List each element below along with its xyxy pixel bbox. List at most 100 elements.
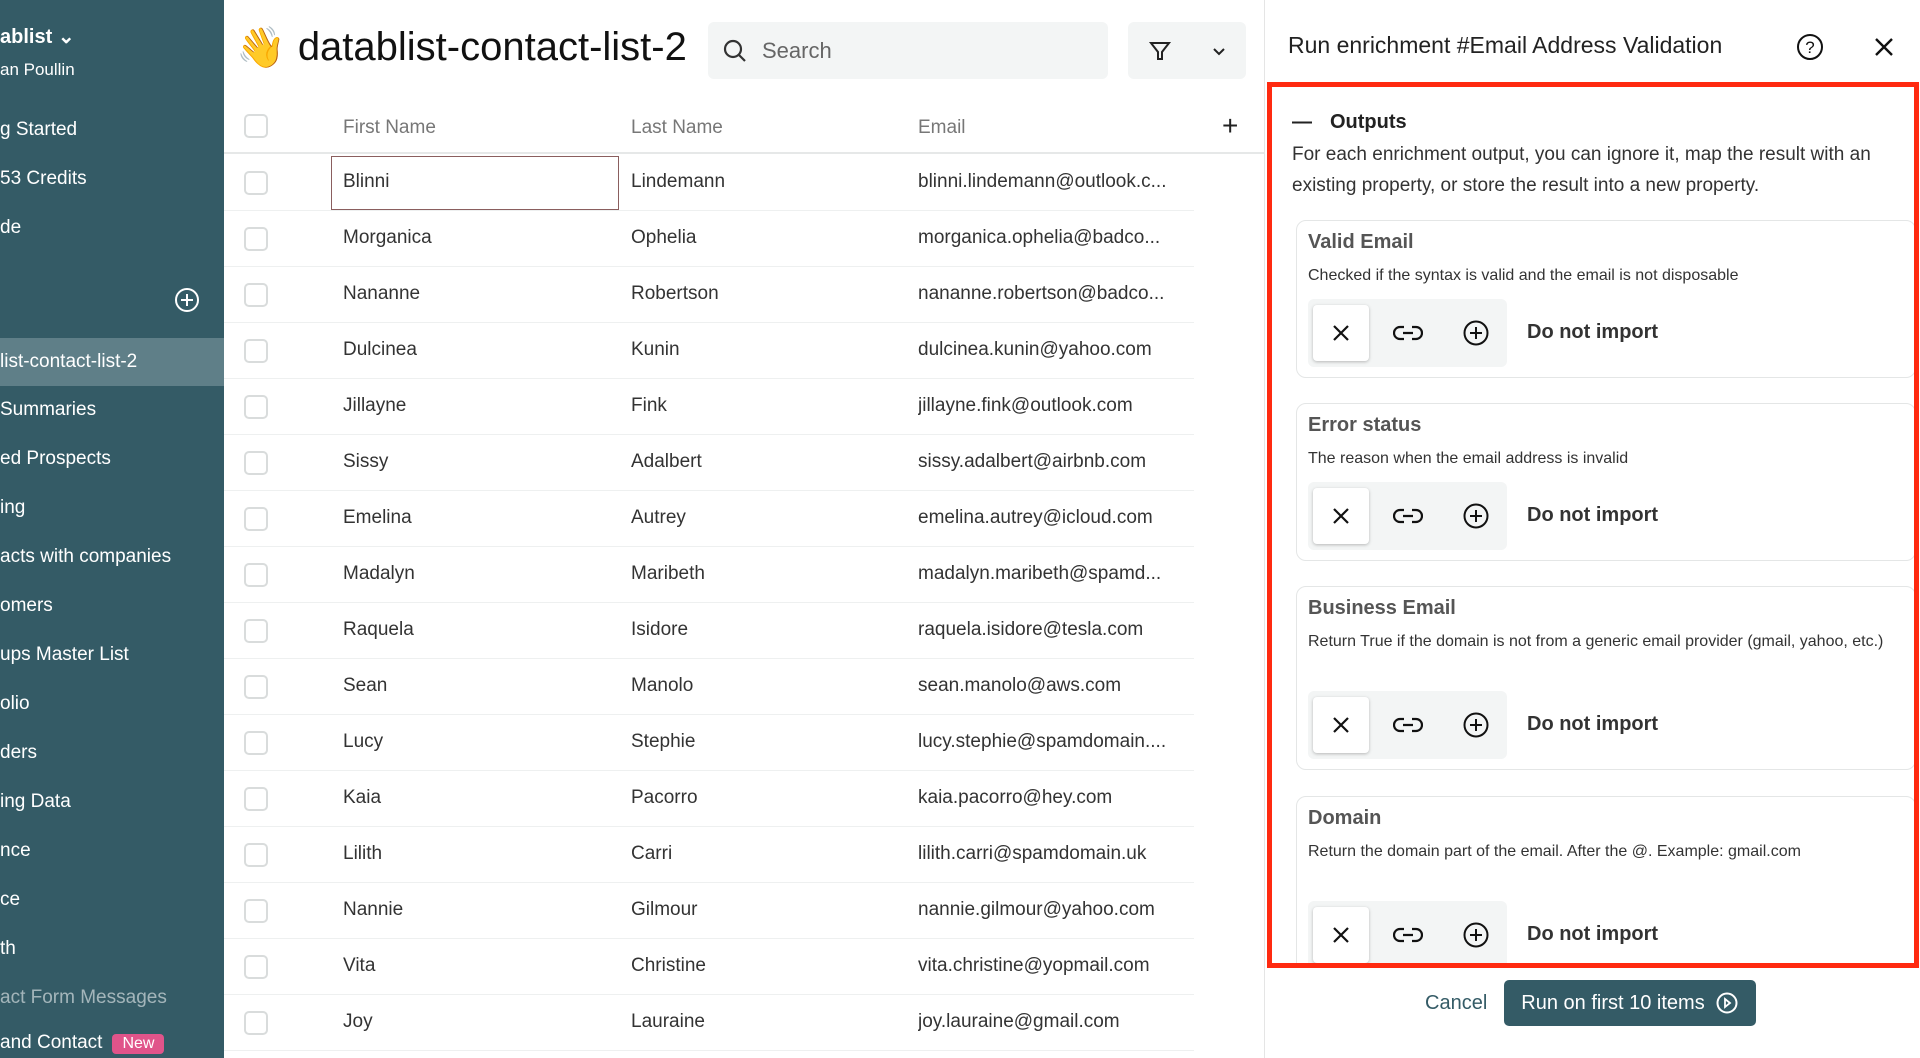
cell-email[interactable]: kaia.pacorro@hey.com xyxy=(918,787,1188,809)
cell-last-name[interactable]: Stephie xyxy=(631,731,901,753)
table-row[interactable]: Raquela Isidore raquela.isidore@tesla.com xyxy=(224,603,1194,659)
cell-first-name[interactable]: Raquela xyxy=(343,619,613,641)
map-existing-button[interactable] xyxy=(1380,697,1436,753)
row-checkbox[interactable] xyxy=(244,675,268,699)
cell-last-name[interactable]: Lauraine xyxy=(631,1011,901,1033)
map-existing-button[interactable] xyxy=(1380,488,1436,544)
row-checkbox[interactable] xyxy=(244,619,268,643)
cell-first-name[interactable]: Morganica xyxy=(343,227,613,249)
close-icon[interactable] xyxy=(1873,36,1895,58)
table-row[interactable]: Dulcinea Kunin dulcinea.kunin@yahoo.com xyxy=(224,323,1194,379)
cell-last-name[interactable]: Pacorro xyxy=(631,787,901,809)
cell-first-name[interactable]: Jillayne xyxy=(343,395,613,417)
row-checkbox[interactable] xyxy=(244,955,268,979)
sidebar-item-list[interactable]: olio xyxy=(0,693,30,715)
row-checkbox[interactable] xyxy=(244,787,268,811)
row-checkbox[interactable] xyxy=(244,171,268,195)
cell-first-name[interactable]: Nananne xyxy=(343,283,613,305)
cell-email[interactable]: raquela.isidore@tesla.com xyxy=(918,619,1188,641)
cell-email[interactable]: emelina.autrey@icloud.com xyxy=(918,507,1188,529)
row-checkbox[interactable] xyxy=(244,451,268,475)
cell-last-name[interactable]: Gilmour xyxy=(631,899,901,921)
table-row[interactable]: Emelina Autrey emelina.autrey@icloud.com xyxy=(224,491,1194,547)
sidebar-item-list[interactable]: omers xyxy=(0,595,53,617)
cell-email[interactable]: blinni.lindemann@outlook.c... xyxy=(918,171,1188,193)
cell-last-name[interactable]: Lindemann xyxy=(631,171,901,193)
cell-first-name[interactable]: Dulcinea xyxy=(343,339,613,361)
add-column-icon[interactable]: + xyxy=(1222,110,1238,142)
cell-first-name[interactable]: Sean xyxy=(343,675,613,697)
cell-last-name[interactable]: Kunin xyxy=(631,339,901,361)
map-existing-button[interactable] xyxy=(1380,305,1436,361)
table-row[interactable]: Lucy Stephie lucy.stephie@spamdomain.... xyxy=(224,715,1194,771)
cell-first-name[interactable]: Nannie xyxy=(343,899,613,921)
table-row[interactable]: Blinni Lindemann blinni.lindemann@outlook.… xyxy=(224,155,1194,211)
cell-last-name[interactable]: Isidore xyxy=(631,619,901,641)
table-row[interactable]: Madalyn Maribeth madalyn.maribeth@spamd... xyxy=(224,547,1194,603)
sidebar-item-list[interactable]: ing xyxy=(0,497,25,519)
sidebar-item-credits[interactable]: 53 Credits xyxy=(0,168,87,190)
cell-first-name[interactable]: Joy xyxy=(343,1011,613,1033)
sidebar-item-list[interactable]: Summaries xyxy=(0,399,96,421)
cell-last-name[interactable]: Adalbert xyxy=(631,451,901,473)
sidebar-item-list[interactable]: act Form Messages xyxy=(0,987,167,1009)
cell-email[interactable]: morganica.ophelia@badco... xyxy=(918,227,1188,249)
column-first-name[interactable]: First Name xyxy=(343,117,613,139)
table-row[interactable]: Nananne Robertson nananne.robertson@badco.… xyxy=(224,267,1194,323)
cell-last-name[interactable]: Ophelia xyxy=(631,227,901,249)
create-property-button[interactable] xyxy=(1448,907,1504,963)
sidebar-item-list[interactable]: acts with companies xyxy=(0,546,171,568)
row-checkbox[interactable] xyxy=(244,563,268,587)
sidebar-item-list[interactable]: ders xyxy=(0,742,37,764)
select-all-checkbox[interactable] xyxy=(244,114,268,138)
create-property-button[interactable] xyxy=(1448,488,1504,544)
cell-first-name[interactable]: Lilith xyxy=(343,843,613,865)
cell-email[interactable]: vita.christine@yopmail.com xyxy=(918,955,1188,977)
table-row[interactable]: Kaia Pacorro kaia.pacorro@hey.com xyxy=(224,771,1194,827)
sidebar-item-list[interactable]: ups Master List xyxy=(0,644,129,666)
cell-first-name[interactable]: Kaia xyxy=(343,787,613,809)
cell-email[interactable]: dulcinea.kunin@yahoo.com xyxy=(918,339,1188,361)
cell-email[interactable]: joy.lauraine@gmail.com xyxy=(918,1011,1188,1033)
cell-email[interactable]: madalyn.maribeth@spamd... xyxy=(918,563,1188,585)
row-checkbox[interactable] xyxy=(244,899,268,923)
cell-email[interactable]: sissy.adalbert@airbnb.com xyxy=(918,451,1188,473)
cell-email[interactable]: jillayne.fink@outlook.com xyxy=(918,395,1188,417)
cell-last-name[interactable]: Manolo xyxy=(631,675,901,697)
cell-first-name[interactable]: Lucy xyxy=(343,731,613,753)
cell-email[interactable]: sean.manolo@aws.com xyxy=(918,675,1188,697)
sidebar-item-list[interactable]: ed Prospects xyxy=(0,448,111,470)
sidebar-item-list[interactable]: nce xyxy=(0,840,31,862)
cell-first-name[interactable]: Blinni xyxy=(343,171,613,193)
table-row[interactable]: Vita Christine vita.christine@yopmail.com xyxy=(224,939,1194,995)
cell-email[interactable]: nananne.robertson@badco... xyxy=(918,283,1188,305)
row-checkbox[interactable] xyxy=(244,507,268,531)
ignore-button[interactable] xyxy=(1313,305,1369,361)
sidebar-item-guide[interactable]: de xyxy=(0,217,21,239)
cell-last-name[interactable]: Fink xyxy=(631,395,901,417)
cell-first-name[interactable]: Emelina xyxy=(343,507,613,529)
cell-last-name[interactable]: Maribeth xyxy=(631,563,901,585)
table-row[interactable]: Lilith Carri lilith.carri@spamdomain.uk xyxy=(224,827,1194,883)
create-property-button[interactable] xyxy=(1448,305,1504,361)
cell-last-name[interactable]: Christine xyxy=(631,955,901,977)
chevron-down-icon[interactable] xyxy=(1211,43,1227,59)
row-checkbox[interactable] xyxy=(244,395,268,419)
table-row[interactable]: Jillayne Fink jillayne.fink@outlook.com xyxy=(224,379,1194,435)
row-checkbox[interactable] xyxy=(244,339,268,363)
sidebar-item-list[interactable]: and Contact New xyxy=(0,1032,165,1054)
cell-first-name[interactable]: Vita xyxy=(343,955,613,977)
map-existing-button[interactable] xyxy=(1380,907,1436,963)
help-icon[interactable]: ? xyxy=(1795,32,1825,62)
ignore-button[interactable] xyxy=(1313,697,1369,753)
table-row[interactable]: Joy Lauraine joy.lauraine@gmail.com xyxy=(224,995,1194,1051)
row-checkbox[interactable] xyxy=(244,731,268,755)
sidebar-item-list[interactable]: list-contact-list-2 xyxy=(0,338,224,386)
run-button[interactable]: Run on first 10 items xyxy=(1504,980,1756,1026)
cell-email[interactable]: nannie.gilmour@yahoo.com xyxy=(918,899,1188,921)
sidebar-item-getting-started[interactable]: g Started xyxy=(0,119,77,141)
table-row[interactable]: Sissy Adalbert sissy.adalbert@airbnb.com xyxy=(224,435,1194,491)
column-email[interactable]: Email xyxy=(918,117,1188,139)
ignore-button[interactable] xyxy=(1313,907,1369,963)
row-checkbox[interactable] xyxy=(244,843,268,867)
